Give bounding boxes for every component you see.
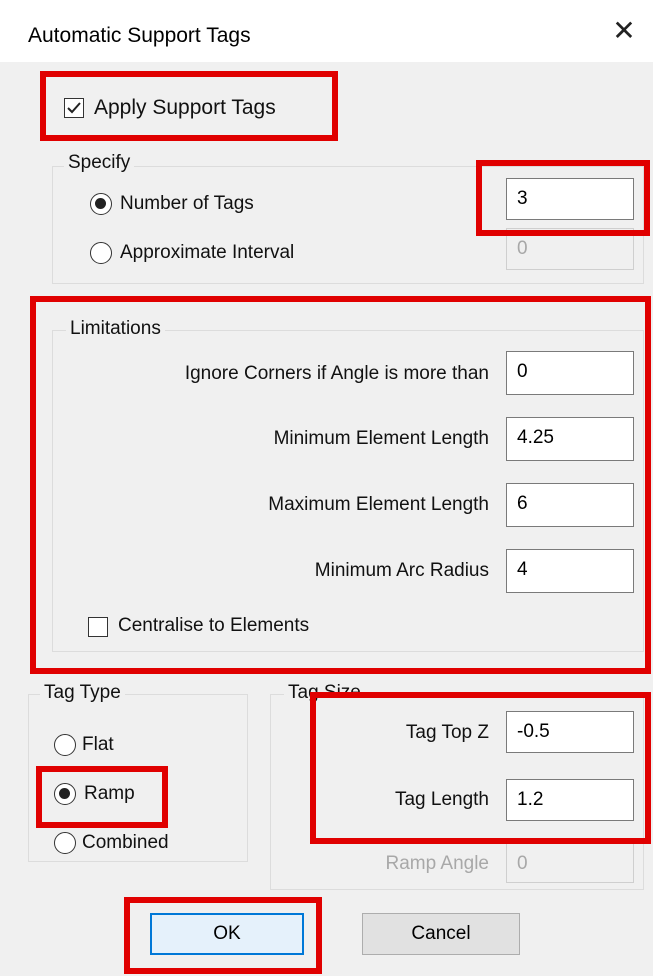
approximate-interval-label: Approximate Interval [120, 242, 295, 263]
max-element-length-input[interactable]: 6 [506, 483, 634, 527]
ignore-corners-label: Ignore Corners if Angle is more than [184, 363, 489, 384]
title-bar: Automatic Support Tags ✕ [0, 0, 653, 62]
number-of-tags-label: Number of Tags [120, 193, 254, 214]
cancel-button[interactable]: Cancel [362, 913, 520, 955]
radio-selected-icon[interactable] [54, 783, 76, 805]
min-arc-radius-input[interactable]: 4 [506, 549, 634, 593]
specify-group-label: Specify [64, 152, 135, 174]
approximate-interval-input: 0 [506, 228, 634, 270]
checkbox-unchecked-icon[interactable] [88, 617, 108, 637]
max-element-length-label: Maximum Element Length [268, 494, 489, 515]
dialog-title: Automatic Support Tags [28, 24, 251, 47]
radio-unselected-icon[interactable] [54, 734, 76, 756]
combined-label: Combined [82, 832, 169, 853]
automatic-support-tags-dialog: Automatic Support Tags ✕ Apply Support T… [0, 0, 653, 976]
radio-selected-icon[interactable] [90, 193, 112, 215]
ramp-label: Ramp [84, 783, 135, 804]
ramp-angle-label: Ramp Angle [385, 853, 489, 874]
number-of-tags-input[interactable]: 3 [506, 178, 634, 220]
close-icon[interactable]: ✕ [609, 16, 639, 46]
radio-unselected-icon[interactable] [54, 832, 76, 854]
checkbox-checked-icon[interactable] [64, 98, 84, 118]
centralise-label: Centralise to Elements [118, 615, 310, 636]
apply-support-tags-label: Apply Support Tags [94, 96, 276, 119]
tag-length-label: Tag Length [394, 789, 489, 810]
radio-unselected-icon[interactable] [90, 242, 112, 264]
tag-length-input[interactable]: 1.2 [506, 779, 634, 821]
tag-type-group-label: Tag Type [40, 682, 125, 704]
ignore-corners-input[interactable]: 0 [506, 351, 634, 395]
min-element-length-input[interactable]: 4.25 [506, 417, 634, 461]
min-element-length-label: Minimum Element Length [273, 428, 489, 449]
tag-top-z-input[interactable]: -0.5 [506, 711, 634, 753]
limitations-group-label: Limitations [66, 318, 165, 340]
tag-top-z-label: Tag Top Z [405, 722, 489, 743]
ramp-angle-input: 0 [506, 843, 634, 883]
flat-label: Flat [82, 734, 114, 755]
min-arc-radius-label: Minimum Arc Radius [314, 560, 489, 581]
ok-button[interactable]: OK [150, 913, 304, 955]
tag-size-group-label: Tag Size [284, 682, 365, 704]
